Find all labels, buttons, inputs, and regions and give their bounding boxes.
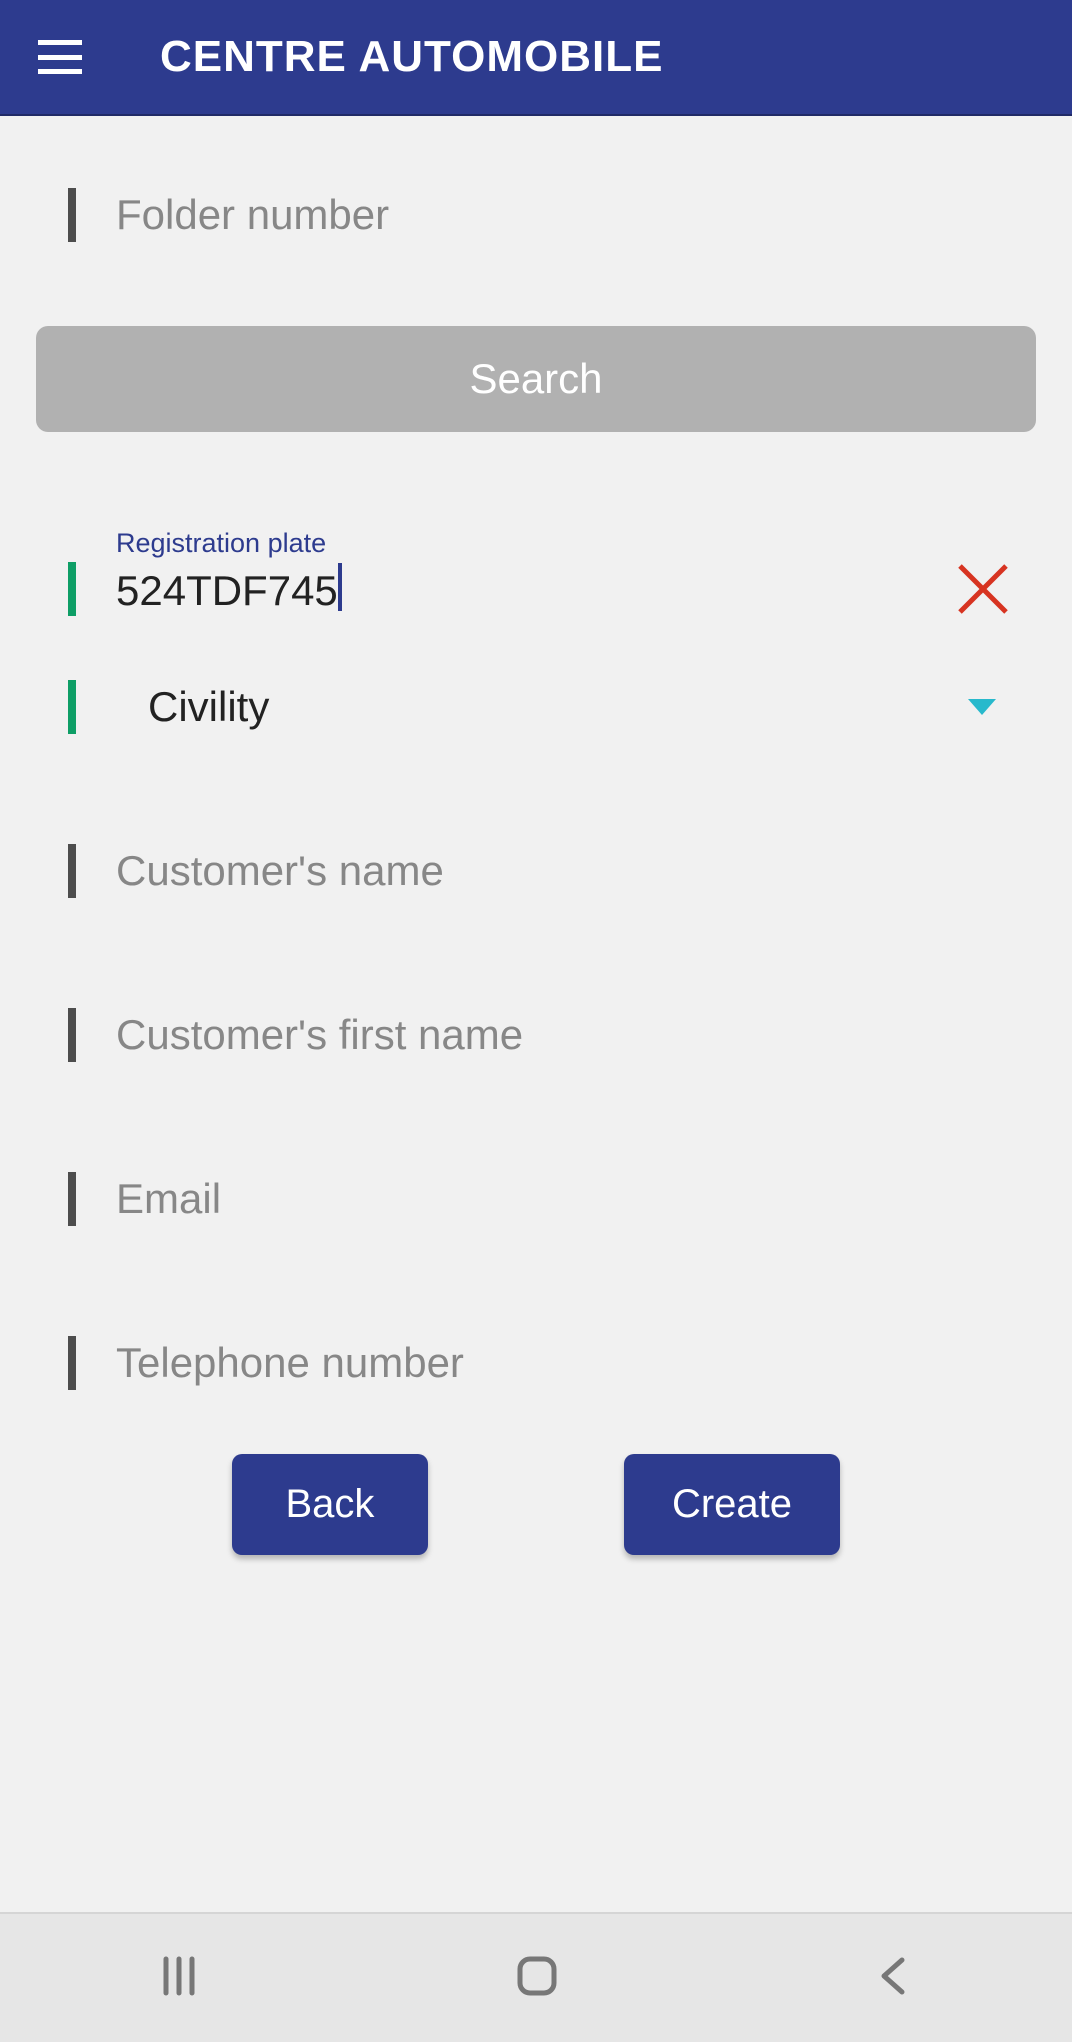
- civility-label: Civility: [148, 683, 968, 731]
- back-button-label: Back: [286, 1482, 375, 1526]
- app-header: CENTRE AUTOMOBILE: [0, 0, 1072, 116]
- recent-apps-icon[interactable]: [158, 1955, 200, 2002]
- form-actions: Back Create: [36, 1454, 1036, 1555]
- customer-first-name-field[interactable]: Customer's first name: [68, 1008, 1004, 1062]
- field-indicator: [68, 844, 76, 898]
- search-button[interactable]: Search: [36, 326, 1036, 432]
- customer-first-name-input[interactable]: Customer's first name: [116, 1011, 1004, 1059]
- field-indicator: [68, 1008, 76, 1062]
- main-content: Folder number Search Registration plate …: [0, 116, 1072, 1555]
- create-button-label: Create: [672, 1482, 792, 1526]
- folder-number-field[interactable]: Folder number: [68, 188, 1004, 242]
- search-button-label: Search: [469, 355, 602, 403]
- field-indicator: [68, 680, 76, 734]
- email-field[interactable]: Email: [68, 1172, 1004, 1226]
- field-indicator: [68, 1172, 76, 1226]
- registration-plate-field[interactable]: Registration plate 524TDF745: [68, 562, 1004, 616]
- chevron-down-icon: [968, 699, 996, 715]
- telephone-input[interactable]: Telephone number: [116, 1339, 1004, 1387]
- clear-icon[interactable]: [954, 560, 1012, 618]
- telephone-field[interactable]: Telephone number: [68, 1336, 1004, 1390]
- menu-icon[interactable]: [38, 40, 82, 74]
- app-title: CENTRE AUTOMOBILE: [160, 32, 663, 82]
- field-indicator: [68, 188, 76, 242]
- registration-plate-input[interactable]: 524TDF745: [116, 563, 1004, 615]
- field-indicator: [68, 1336, 76, 1390]
- text-cursor: [338, 563, 342, 611]
- back-icon[interactable]: [874, 1956, 914, 2001]
- email-input[interactable]: Email: [116, 1175, 1004, 1223]
- customer-name-field[interactable]: Customer's name: [68, 844, 1004, 898]
- customer-name-input[interactable]: Customer's name: [116, 847, 1004, 895]
- folder-number-input[interactable]: Folder number: [116, 191, 1004, 239]
- back-button[interactable]: Back: [232, 1454, 428, 1555]
- field-indicator: [68, 562, 76, 616]
- home-icon[interactable]: [515, 1954, 559, 2003]
- registration-plate-value: 524TDF745: [116, 567, 338, 614]
- create-button[interactable]: Create: [624, 1454, 840, 1555]
- system-nav-bar: [0, 1912, 1072, 2042]
- registration-plate-label: Registration plate: [116, 528, 326, 559]
- civility-dropdown[interactable]: Civility: [68, 680, 1004, 734]
